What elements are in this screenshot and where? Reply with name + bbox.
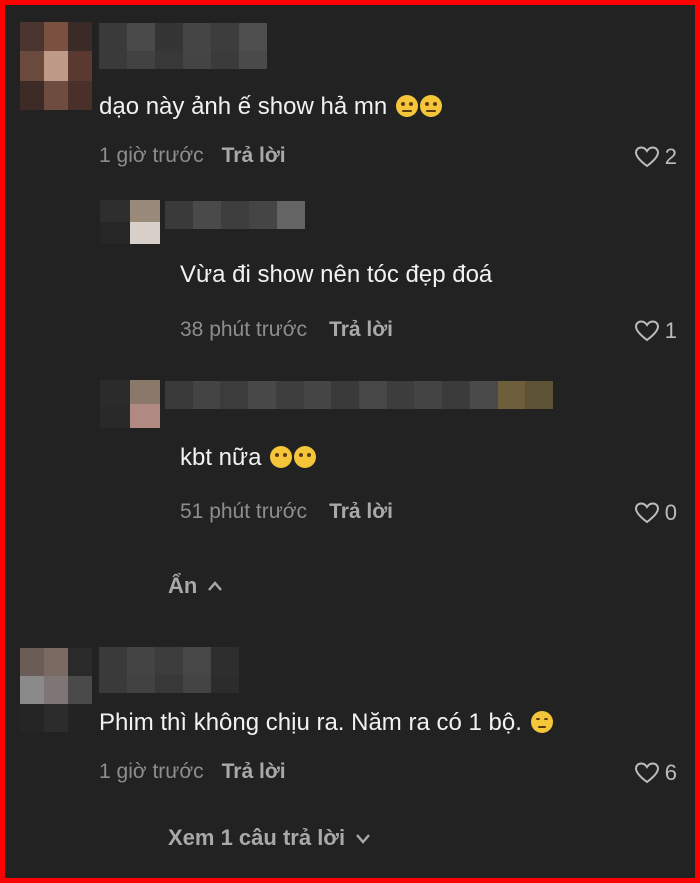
reply-meta: 38 phút trước Trả lời: [180, 318, 393, 342]
like-button[interactable]: 0: [634, 500, 677, 526]
like-button[interactable]: 2: [634, 144, 677, 170]
chevron-up-icon: [208, 581, 223, 591]
avatar[interactable]: [100, 380, 160, 428]
username-blurred[interactable]: [165, 201, 313, 229]
heart-icon: [634, 502, 659, 524]
avatar[interactable]: [20, 648, 92, 732]
timestamp: 1 giờ trước: [99, 144, 204, 167]
view-replies-button[interactable]: Xem 1 câu trả lời: [168, 825, 371, 851]
raised-eyebrow-emoji: [395, 95, 418, 117]
hide-replies-button[interactable]: Ẩn: [168, 573, 223, 599]
username-blurred-row2: [99, 51, 269, 69]
hand-over-mouth-emoji: [270, 446, 293, 468]
timestamp: 38 phút trước: [180, 318, 308, 341]
like-button[interactable]: 6: [634, 760, 677, 786]
reply-meta: 51 phút trước Trả lời: [180, 500, 393, 524]
chevron-down-icon: [356, 834, 370, 844]
avatar[interactable]: [20, 22, 92, 110]
raised-eyebrow-emoji: [419, 95, 442, 117]
like-count: 1: [664, 318, 677, 343]
comment-text: dạo này ảnh ế show hả mn: [99, 93, 442, 121]
like-count: 2: [664, 144, 677, 169]
reply-button[interactable]: Trả lời: [222, 760, 286, 783]
comments-panel: dạo này ảnh ế show hả mn 1 giờ trước Trả …: [5, 5, 695, 878]
reply-button[interactable]: Trả lời: [329, 318, 393, 341]
reply-button[interactable]: Trả lời: [329, 500, 393, 523]
timestamp: 1 giờ trước: [99, 760, 204, 783]
reply-text: Vừa đi show nên tóc đẹp đoá: [180, 261, 493, 288]
heart-icon: [634, 320, 659, 342]
reply-button[interactable]: Trả lời: [222, 144, 286, 167]
username-blurred[interactable]: [99, 23, 269, 51]
heart-icon: [634, 146, 659, 168]
username-blurred-row2: [99, 675, 243, 693]
hand-over-mouth-emoji: [294, 446, 317, 468]
like-count: 0: [664, 500, 677, 525]
comment-meta: 1 giờ trước Trả lời: [99, 760, 286, 784]
reply-text: kbt nữa: [180, 444, 317, 472]
username-blurred[interactable]: [99, 647, 243, 675]
like-button[interactable]: 1: [634, 318, 677, 344]
relieved-face-emoji: [530, 711, 553, 733]
timestamp: 51 phút trước: [180, 500, 308, 523]
comment-meta: 1 giờ trước Trả lời: [99, 144, 286, 168]
heart-icon: [634, 762, 659, 784]
comment-text: Phim thì không chịu ra. Năm ra có 1 bộ.: [99, 709, 553, 737]
like-count: 6: [664, 760, 677, 785]
username-blurred[interactable]: [165, 381, 553, 409]
avatar[interactable]: [100, 200, 160, 244]
